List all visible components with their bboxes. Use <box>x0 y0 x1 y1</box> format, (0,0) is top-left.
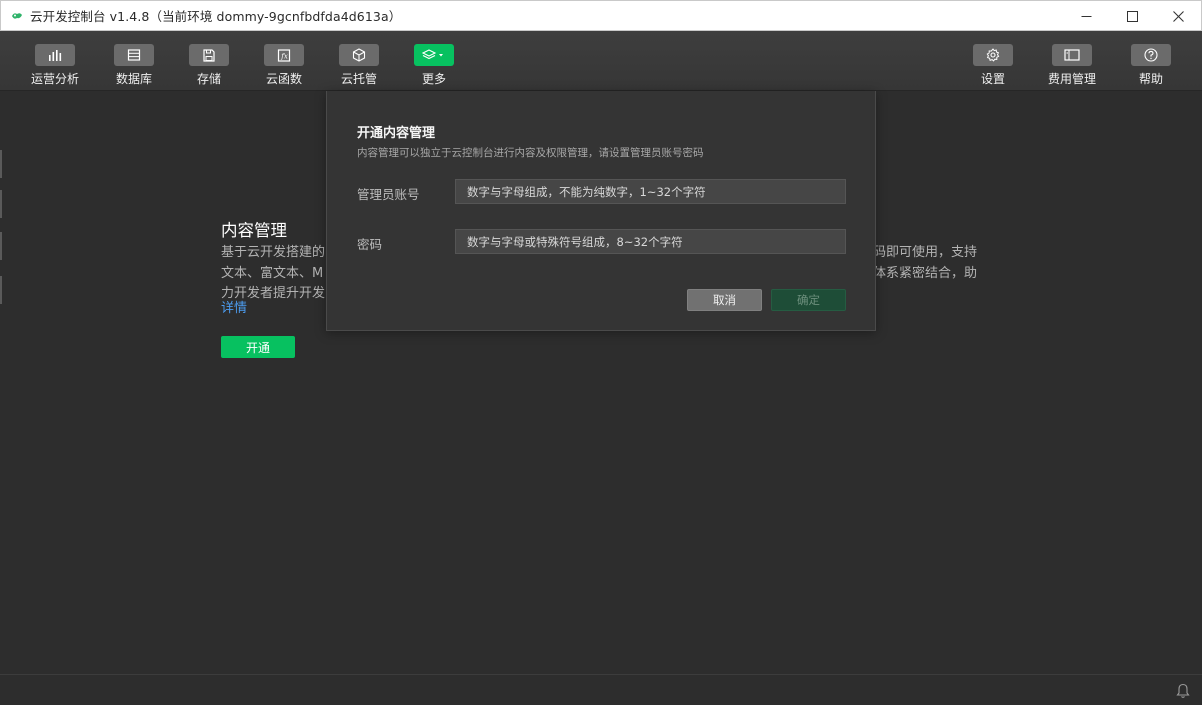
details-link[interactable]: 详情 <box>221 297 247 316</box>
toolbar-cloud-functions[interactable]: fx 云函数 <box>244 31 324 91</box>
minimize-icon <box>1081 15 1091 17</box>
toolbar-analytics[interactable]: 运营分析 <box>15 31 95 91</box>
gear-icon <box>973 44 1013 66</box>
window-title: 云开发控制台 v1.4.8（当前环境 dommy-9gcnfbdfda4d613… <box>30 9 402 24</box>
toolbar-label: 更多 <box>421 72 446 86</box>
maximize-icon <box>1126 10 1138 22</box>
toolbar-label: 费用管理 <box>1047 72 1096 86</box>
cube-icon <box>339 44 379 66</box>
toolbar-database[interactable]: 数据库 <box>94 31 174 91</box>
password-input[interactable] <box>455 229 846 254</box>
account-label: 管理员账号 <box>357 187 420 202</box>
open-button[interactable]: 开通 <box>221 336 295 358</box>
toolbar-label: 运营分析 <box>30 72 79 86</box>
help-icon <box>1131 44 1171 66</box>
app-logo-icon <box>10 9 24 23</box>
main-toolbar: 运营分析 数据库 存储 fx 云函数 云托管 更多 设置 费用管理 帮助 <box>0 31 1202 91</box>
billing-icon <box>1052 44 1092 66</box>
svg-text:fx: fx <box>280 52 288 60</box>
intro-desc-line1: 基于云开发搭建的 <box>221 245 326 260</box>
intro-desc-line1-end: 码即可使用，支持 <box>872 245 977 260</box>
layers-icon <box>414 44 454 66</box>
dialog-subtitle: 内容管理可以独立于云控制台进行内容及权限管理，请设置管理员账号密码 <box>357 147 704 159</box>
bell-icon[interactable] <box>1176 683 1190 699</box>
storage-icon <box>189 44 229 66</box>
window-titlebar: 云开发控制台 v1.4.8（当前环境 dommy-9gcnfbdfda4d613… <box>0 0 1202 31</box>
bar-chart-icon <box>35 44 75 66</box>
edge-divider <box>0 190 2 218</box>
close-button[interactable] <box>1155 1 1201 31</box>
enable-content-management-dialog: 开通内容管理 内容管理可以独立于云控制台进行内容及权限管理，请设置管理员账号密码… <box>326 91 876 331</box>
toolbar-more[interactable]: 更多 <box>394 31 474 91</box>
toolbar-billing[interactable]: 费用管理 <box>1032 31 1112 91</box>
edge-divider <box>0 150 2 178</box>
password-label: 密码 <box>357 237 383 252</box>
toolbar-label: 数据库 <box>115 72 152 86</box>
minimize-button[interactable] <box>1063 1 1109 31</box>
toolbar-label: 设置 <box>980 72 1005 86</box>
close-icon <box>1172 10 1184 22</box>
toolbar-cloud-hosting[interactable]: 云托管 <box>319 31 399 91</box>
toolbar-storage[interactable]: 存储 <box>169 31 249 91</box>
dialog-title: 开通内容管理 <box>357 126 436 141</box>
maximize-button[interactable] <box>1109 1 1155 31</box>
toolbar-label: 云函数 <box>265 72 302 86</box>
toolbar-label: 存储 <box>196 72 221 86</box>
toolbar-label: 帮助 <box>1138 72 1163 86</box>
confirm-button[interactable]: 确定 <box>771 289 846 311</box>
toolbar-label: 云托管 <box>340 72 377 86</box>
edge-divider <box>0 276 2 304</box>
function-icon: fx <box>264 44 304 66</box>
intro-desc-line2-end: 体系紧密结合，助 <box>872 265 977 281</box>
toolbar-help[interactable]: 帮助 <box>1111 31 1191 91</box>
intro-title: 内容管理 <box>221 221 287 240</box>
intro-desc-line2: 文本、富文本、M <box>221 265 324 281</box>
database-icon <box>114 44 154 66</box>
window-controls <box>1063 1 1201 31</box>
status-bar <box>0 674 1202 705</box>
account-input[interactable] <box>455 179 846 204</box>
edge-divider <box>0 232 2 260</box>
toolbar-settings[interactable]: 设置 <box>953 31 1033 91</box>
cancel-button[interactable]: 取消 <box>687 289 762 311</box>
